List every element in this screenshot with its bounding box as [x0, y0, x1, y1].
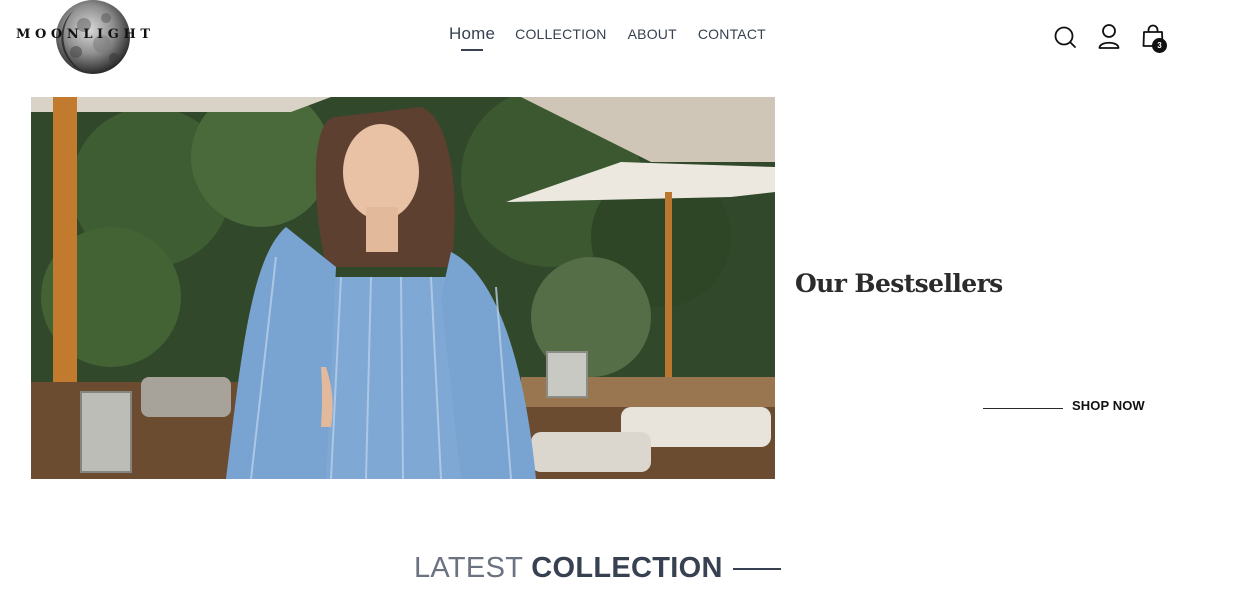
nav-home[interactable]: Home: [449, 22, 496, 51]
latest-title-light: LATEST: [414, 552, 524, 584]
nav-home-label: Home: [449, 24, 496, 43]
main-nav: Home COLLECTION ABOUT CONTACT: [449, 22, 766, 51]
nav-active-indicator: [461, 49, 483, 51]
shop-now-label: SHOP NOW: [1072, 398, 1145, 413]
search-icon[interactable]: [1052, 22, 1078, 52]
hero-image: [31, 97, 775, 479]
nav-collection[interactable]: COLLECTION: [515, 22, 606, 46]
hero-photo-illustration: [31, 97, 775, 479]
nav-contact[interactable]: CONTACT: [698, 22, 766, 46]
cart-count-badge: 3: [1152, 38, 1167, 53]
profile-icon[interactable]: [1096, 22, 1122, 52]
latest-collection-heading: LATEST COLLECTION: [414, 552, 781, 585]
heading-rule: [732, 567, 781, 570]
nav-about[interactable]: ABOUT: [628, 22, 677, 46]
hero-title: Our Bestsellers: [795, 269, 1003, 298]
shop-now-link[interactable]: SHOP NOW: [983, 398, 1145, 413]
cart-icon[interactable]: 3: [1140, 22, 1167, 53]
latest-title-bold: COLLECTION: [531, 552, 723, 584]
site-header: MOONLIGHT Home COLLECTION ABOUT CONTACT: [0, 0, 1250, 80]
shop-now-line: [983, 408, 1063, 409]
brand-name: MOONLIGHT: [16, 27, 155, 42]
brand-logo[interactable]: MOONLIGHT: [14, 0, 164, 80]
